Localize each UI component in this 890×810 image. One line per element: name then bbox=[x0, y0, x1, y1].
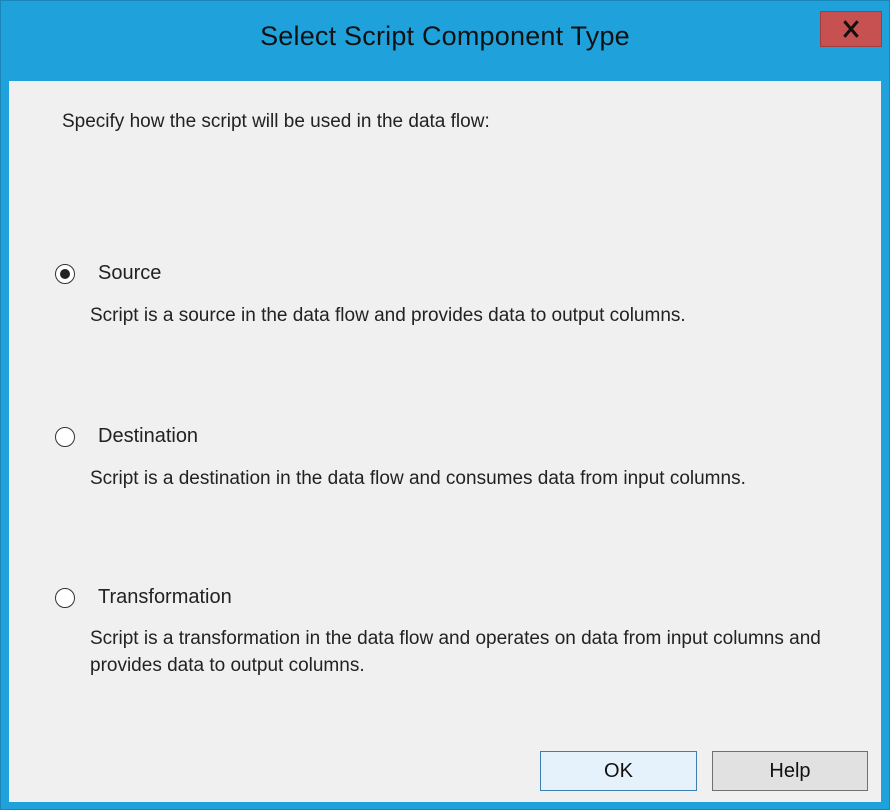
dialog-body: Specify how the script will be used in t… bbox=[9, 81, 881, 802]
close-button[interactable] bbox=[820, 11, 882, 47]
instructions-text: Specify how the script will be used in t… bbox=[62, 111, 490, 132]
destination-radio-option[interactable]: Destination bbox=[55, 425, 198, 448]
destination-label: Destination bbox=[98, 425, 199, 447]
transformation-radio-option[interactable]: Transformation bbox=[55, 586, 232, 609]
destination-radio-button[interactable] bbox=[55, 426, 75, 447]
close-icon bbox=[843, 20, 859, 38]
transformation-label: Transformation bbox=[98, 586, 232, 608]
help-button[interactable]: Help bbox=[712, 751, 868, 791]
source-radio-option[interactable]: Source bbox=[55, 262, 161, 285]
source-radio-button[interactable] bbox=[55, 263, 75, 284]
select-script-component-dialog: Select Script Component Type Specify how… bbox=[0, 0, 890, 810]
title-bar[interactable]: Select Script Component Type bbox=[1, 1, 889, 81]
transformation-description: Script is a transformation in the data f… bbox=[90, 628, 821, 676]
dialog-title: Select Script Component Type bbox=[260, 21, 630, 51]
destination-description: Script is a destination in the data flow… bbox=[90, 468, 746, 489]
source-label: Source bbox=[98, 262, 162, 284]
transformation-radio-button[interactable] bbox=[55, 587, 75, 608]
source-description: Script is a source in the data flow and … bbox=[90, 305, 686, 326]
ok-button[interactable]: OK bbox=[540, 751, 697, 791]
radio-selected-dot-icon bbox=[60, 268, 70, 279]
